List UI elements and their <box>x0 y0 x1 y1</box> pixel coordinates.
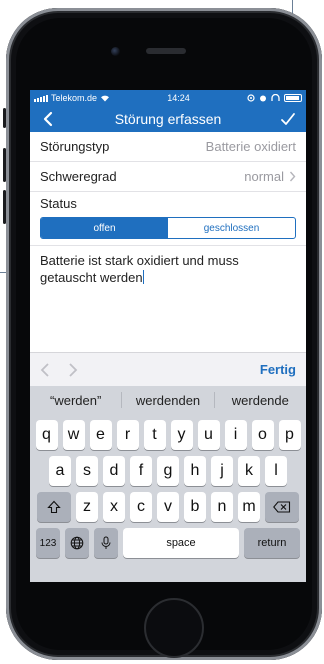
return-key[interactable]: return <box>244 528 300 558</box>
severity-row[interactable]: Schweregrad normal <box>30 162 306 192</box>
key-s[interactable]: s <box>76 456 98 486</box>
numbers-key[interactable]: 123 <box>36 528 60 558</box>
fault-type-row[interactable]: Störungstyp Batterie oxidiert <box>30 132 306 162</box>
status-label: Status <box>40 196 77 211</box>
key-o[interactable]: o <box>251 420 274 450</box>
description-textarea[interactable]: Batterie ist stark oxidiert und muss get… <box>30 246 306 322</box>
key-a[interactable]: a <box>49 456 71 486</box>
chevron-right-icon <box>289 171 296 182</box>
dictation-key[interactable] <box>94 528 118 558</box>
key-g[interactable]: g <box>157 456 179 486</box>
key-j[interactable]: j <box>211 456 233 486</box>
key-i[interactable]: i <box>224 420 247 450</box>
severity-value: normal <box>244 169 284 184</box>
wifi-icon <box>101 95 110 102</box>
key-n[interactable]: n <box>211 492 233 522</box>
next-field-icon[interactable] <box>68 362 78 377</box>
key-x[interactable]: x <box>103 492 125 522</box>
nav-bar: Störung erfassen <box>30 106 306 132</box>
key-row-2: asdfghjkl <box>30 456 306 486</box>
volume-down-button <box>3 190 6 224</box>
key-row-4: 123 space return <box>30 528 306 558</box>
status-bar: Telekom.de 14:24 <box>30 90 306 106</box>
volume-up-button <box>3 148 6 182</box>
page-title: Störung erfassen <box>114 111 222 127</box>
signal-icon <box>34 94 48 102</box>
key-r[interactable]: r <box>116 420 139 450</box>
globe-key[interactable] <box>65 528 89 558</box>
status-option-open[interactable]: offen <box>41 218 168 238</box>
key-z[interactable]: z <box>76 492 98 522</box>
alarm-icon <box>260 95 266 102</box>
battery-icon <box>284 94 302 102</box>
text-caret <box>142 270 145 284</box>
fault-type-value: Batterie oxidiert <box>205 139 296 154</box>
suggestion-3[interactable]: werdende <box>215 393 306 408</box>
key-v[interactable]: v <box>157 492 179 522</box>
shift-key[interactable] <box>37 492 71 522</box>
key-row-3: zxcvbnm <box>30 492 306 522</box>
shift-icon <box>47 500 61 514</box>
microphone-icon <box>101 536 111 549</box>
previous-field-icon[interactable] <box>40 362 50 377</box>
key-y[interactable]: y <box>170 420 193 450</box>
mute-switch <box>3 108 6 128</box>
keyboard-toolbar: Fertig <box>30 352 306 386</box>
delete-icon <box>273 501 291 513</box>
key-e[interactable]: e <box>89 420 112 450</box>
suggestion-bar: “werden” werdenden werdende <box>30 386 306 414</box>
space-key[interactable]: space <box>123 528 239 558</box>
key-w[interactable]: w <box>62 420 85 450</box>
key-q[interactable]: q <box>35 420 58 450</box>
status-section: Status offen geschlossen <box>30 192 306 246</box>
fault-type-label: Störungstyp <box>40 139 110 154</box>
headphones-icon <box>271 94 280 101</box>
status-segmented-control: offen geschlossen <box>40 217 296 239</box>
description-text: Batterie ist stark oxidiert und muss get… <box>40 253 239 285</box>
key-b[interactable]: b <box>184 492 206 522</box>
clock: 14:24 <box>167 93 190 103</box>
suggestion-1[interactable]: “werden” <box>30 393 121 408</box>
status-option-closed[interactable]: geschlossen <box>168 218 295 238</box>
suggestion-2[interactable]: werdenden <box>122 393 213 408</box>
key-f[interactable]: f <box>130 456 152 486</box>
key-u[interactable]: u <box>197 420 220 450</box>
key-d[interactable]: d <box>103 456 125 486</box>
globe-icon <box>70 536 84 550</box>
front-camera <box>111 47 120 56</box>
done-button[interactable]: Fertig <box>260 362 296 377</box>
key-m[interactable]: m <box>238 492 260 522</box>
key-t[interactable]: t <box>143 420 166 450</box>
app-screen: Telekom.de 14:24 Störung erfassen Störun… <box>30 90 306 582</box>
key-h[interactable]: h <box>184 456 206 486</box>
earpiece-speaker <box>146 48 186 54</box>
carrier-name: Telekom.de <box>51 93 98 103</box>
key-row-1: qwertyuiop <box>30 420 306 450</box>
key-l[interactable]: l <box>265 456 287 486</box>
home-button[interactable] <box>144 598 204 658</box>
severity-label: Schweregrad <box>40 169 117 184</box>
chevron-left-icon[interactable] <box>38 109 58 129</box>
delete-key[interactable] <box>265 492 299 522</box>
keyboard: “werden” werdenden werdende qwertyuiop a… <box>30 386 306 582</box>
key-k[interactable]: k <box>238 456 260 486</box>
checkmark-icon[interactable] <box>278 109 298 129</box>
key-p[interactable]: p <box>278 420 301 450</box>
key-c[interactable]: c <box>130 492 152 522</box>
location-icon <box>247 94 255 102</box>
